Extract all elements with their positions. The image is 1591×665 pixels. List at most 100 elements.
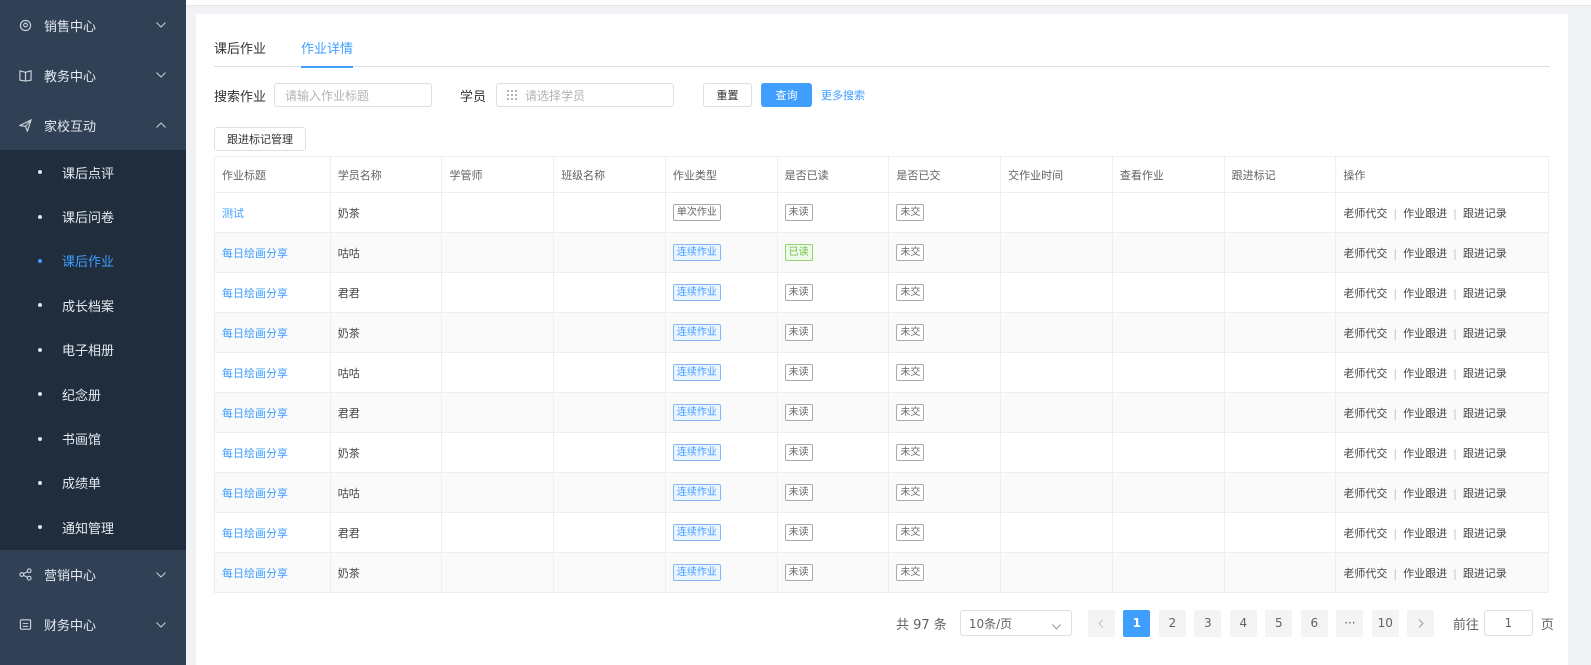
homework-title-link[interactable]: 每日绘画分享 xyxy=(214,432,331,473)
student-name-cell: 奶茶 xyxy=(329,192,443,233)
sidebar-group-bottom0[interactable]: 营销中心 xyxy=(0,550,186,600)
submit-time-cell xyxy=(1000,432,1113,473)
bullet-icon xyxy=(38,525,42,530)
manager-cell xyxy=(441,392,555,433)
homework-followup-link[interactable]: 作业跟进 xyxy=(1403,407,1447,420)
homework-title-link[interactable]: 每日绘画分享 xyxy=(214,272,331,313)
homework-followup-link[interactable]: 作业跟进 xyxy=(1403,527,1447,540)
reset-button[interactable]: 重置 xyxy=(703,83,753,107)
homework-followup-link[interactable]: 作业跟进 xyxy=(1403,447,1447,460)
submit-status-cell: 未交 xyxy=(888,272,1002,313)
sidebar: 销售中心 教务中心 家校互动 课后点评 课后问卷 课后作业 成长档案 电子相册 纪念册 书画馆成… xyxy=(0,0,186,665)
homework-followup-link[interactable]: 作业跟进 xyxy=(1403,207,1447,220)
sidebar-subitem[interactable]: 课后作业 xyxy=(0,239,186,283)
search-bar: 搜索作业 请输入作业标题 学员 请选择学员 重置 查询 更多搜索 xyxy=(214,83,1514,107)
sidebar-group-top1[interactable]: 教务中心 xyxy=(0,50,186,100)
manager-cell xyxy=(441,512,555,553)
teacher-submit-link[interactable]: 老师代交 xyxy=(1343,327,1387,340)
followup-record-link[interactable]: 跟进记录 xyxy=(1463,287,1507,300)
teacher-submit-link[interactable]: 老师代交 xyxy=(1343,567,1387,580)
read-status-tag: 未读 xyxy=(784,564,813,581)
page-number-button[interactable]: 2 xyxy=(1158,609,1186,637)
followup-record-link[interactable]: 跟进记录 xyxy=(1463,327,1507,340)
page-size-select[interactable]: 10条/页 xyxy=(959,610,1072,636)
page-number-button[interactable]: 3 xyxy=(1194,609,1222,637)
operations-cell: 老师代交 | 作业跟进 | 跟进记录 xyxy=(1335,512,1549,553)
teacher-submit-link[interactable]: 老师代交 xyxy=(1343,527,1387,540)
follow-tag-cell xyxy=(1223,192,1337,233)
teacher-submit-link[interactable]: 老师代交 xyxy=(1343,447,1387,460)
page-number-button[interactable]: 1 xyxy=(1123,609,1151,637)
student-select[interactable]: 请选择学员 xyxy=(496,83,675,107)
followup-record-link[interactable]: 跟进记录 xyxy=(1463,527,1507,540)
class-name-cell xyxy=(553,512,666,553)
followup-record-link[interactable]: 跟进记录 xyxy=(1463,247,1507,260)
page-number-button[interactable]: 5 xyxy=(1265,609,1293,637)
homework-title-link[interactable]: 每日绘画分享 xyxy=(214,312,331,353)
homework-title-link[interactable]: 每日绘画分享 xyxy=(214,472,331,513)
tab-homework[interactable]: 课后作业 xyxy=(214,40,301,67)
tab-homework-detail[interactable]: 作业详情 xyxy=(301,40,388,68)
homework-title-link[interactable]: 每日绘画分享 xyxy=(214,352,331,393)
read-status-tag: 未读 xyxy=(784,444,813,461)
followup-record-link[interactable]: 跟进记录 xyxy=(1463,487,1507,500)
homework-followup-link[interactable]: 作业跟进 xyxy=(1403,367,1447,380)
page-number-button[interactable]: 6 xyxy=(1300,609,1328,637)
teacher-submit-link[interactable]: 老师代交 xyxy=(1343,487,1387,500)
sidebar-subitem[interactable]: 课后问卷 xyxy=(0,194,186,238)
column-header: 班级名称 xyxy=(553,156,666,193)
sidebar-subitem[interactable]: 成长档案 xyxy=(0,283,186,327)
homework-title-link[interactable]: 每日绘画分享 xyxy=(214,512,331,553)
followup-record-link[interactable]: 跟进记录 xyxy=(1463,407,1507,420)
sidebar-subitem[interactable]: 通知管理 xyxy=(0,505,186,549)
divider: | xyxy=(1393,286,1398,300)
homework-title-link[interactable]: 每日绘画分享 xyxy=(214,232,331,273)
read-status-tag: 未读 xyxy=(784,404,813,421)
sidebar-subitem[interactable]: 书画馆 xyxy=(0,416,186,460)
sidebar-group-bottom1[interactable]: 财务中心 xyxy=(0,600,186,650)
followup-record-link[interactable]: 跟进记录 xyxy=(1463,447,1507,460)
table-row: 每日绘画分享 咕咕 连续作业 已读 未交 老师代交 | 作业跟进 | 跟进记录 xyxy=(214,232,1549,273)
prev-page-button[interactable] xyxy=(1087,609,1115,637)
page-ellipsis[interactable]: ··· xyxy=(1336,609,1364,637)
sidebar-group-top2[interactable]: 家校互动 xyxy=(0,100,186,150)
homework-title-link[interactable]: 测试 xyxy=(214,192,331,233)
divider: | xyxy=(1453,486,1457,500)
student-name-cell: 咕咕 xyxy=(329,472,443,513)
sidebar-subitem[interactable]: 课后点评 xyxy=(0,150,186,194)
sidebar-group-top0[interactable]: 销售中心 xyxy=(0,0,186,50)
teacher-submit-link[interactable]: 老师代交 xyxy=(1343,407,1387,420)
sidebar-subitem[interactable]: 成绩单 xyxy=(0,461,186,505)
follow-tag-cell xyxy=(1223,392,1337,433)
homework-title-input[interactable]: 请输入作业标题 xyxy=(274,83,433,107)
homework-title-placeholder: 请输入作业标题 xyxy=(285,88,370,103)
followup-record-link[interactable]: 跟进记录 xyxy=(1463,367,1507,380)
sidebar-subitem[interactable]: 纪念册 xyxy=(0,372,186,416)
next-page-button[interactable] xyxy=(1407,609,1435,637)
teacher-submit-link[interactable]: 老师代交 xyxy=(1343,207,1387,220)
homework-followup-link[interactable]: 作业跟进 xyxy=(1403,487,1447,500)
teacher-submit-link[interactable]: 老师代交 xyxy=(1343,287,1387,300)
class-name-cell xyxy=(553,432,666,473)
homework-title-link[interactable]: 每日绘画分享 xyxy=(214,552,331,593)
manager-cell xyxy=(441,272,555,313)
goto-page-input[interactable]: 1 xyxy=(1483,610,1533,636)
submit-status-tag: 未交 xyxy=(896,324,925,341)
page-number-button[interactable]: 10 xyxy=(1371,609,1399,637)
query-button[interactable]: 查询 xyxy=(761,83,813,107)
homework-followup-link[interactable]: 作业跟进 xyxy=(1403,327,1447,340)
view-homework-cell xyxy=(1111,192,1225,233)
homework-followup-link[interactable]: 作业跟进 xyxy=(1403,247,1447,260)
homework-followup-link[interactable]: 作业跟进 xyxy=(1403,287,1447,300)
homework-followup-link[interactable]: 作业跟进 xyxy=(1403,567,1447,580)
class-name-cell xyxy=(553,352,666,393)
followup-record-link[interactable]: 跟进记录 xyxy=(1463,567,1507,580)
follow-tag-manage-button[interactable]: 跟进标记管理 xyxy=(214,127,306,151)
followup-record-link[interactable]: 跟进记录 xyxy=(1463,207,1507,220)
homework-title-link[interactable]: 每日绘画分享 xyxy=(214,392,331,433)
teacher-submit-link[interactable]: 老师代交 xyxy=(1343,247,1387,260)
sidebar-subitem[interactable]: 电子相册 xyxy=(0,328,186,372)
page-number-button[interactable]: 4 xyxy=(1229,609,1257,637)
more-search-link[interactable]: 更多搜索 xyxy=(821,87,865,103)
teacher-submit-link[interactable]: 老师代交 xyxy=(1343,367,1387,380)
